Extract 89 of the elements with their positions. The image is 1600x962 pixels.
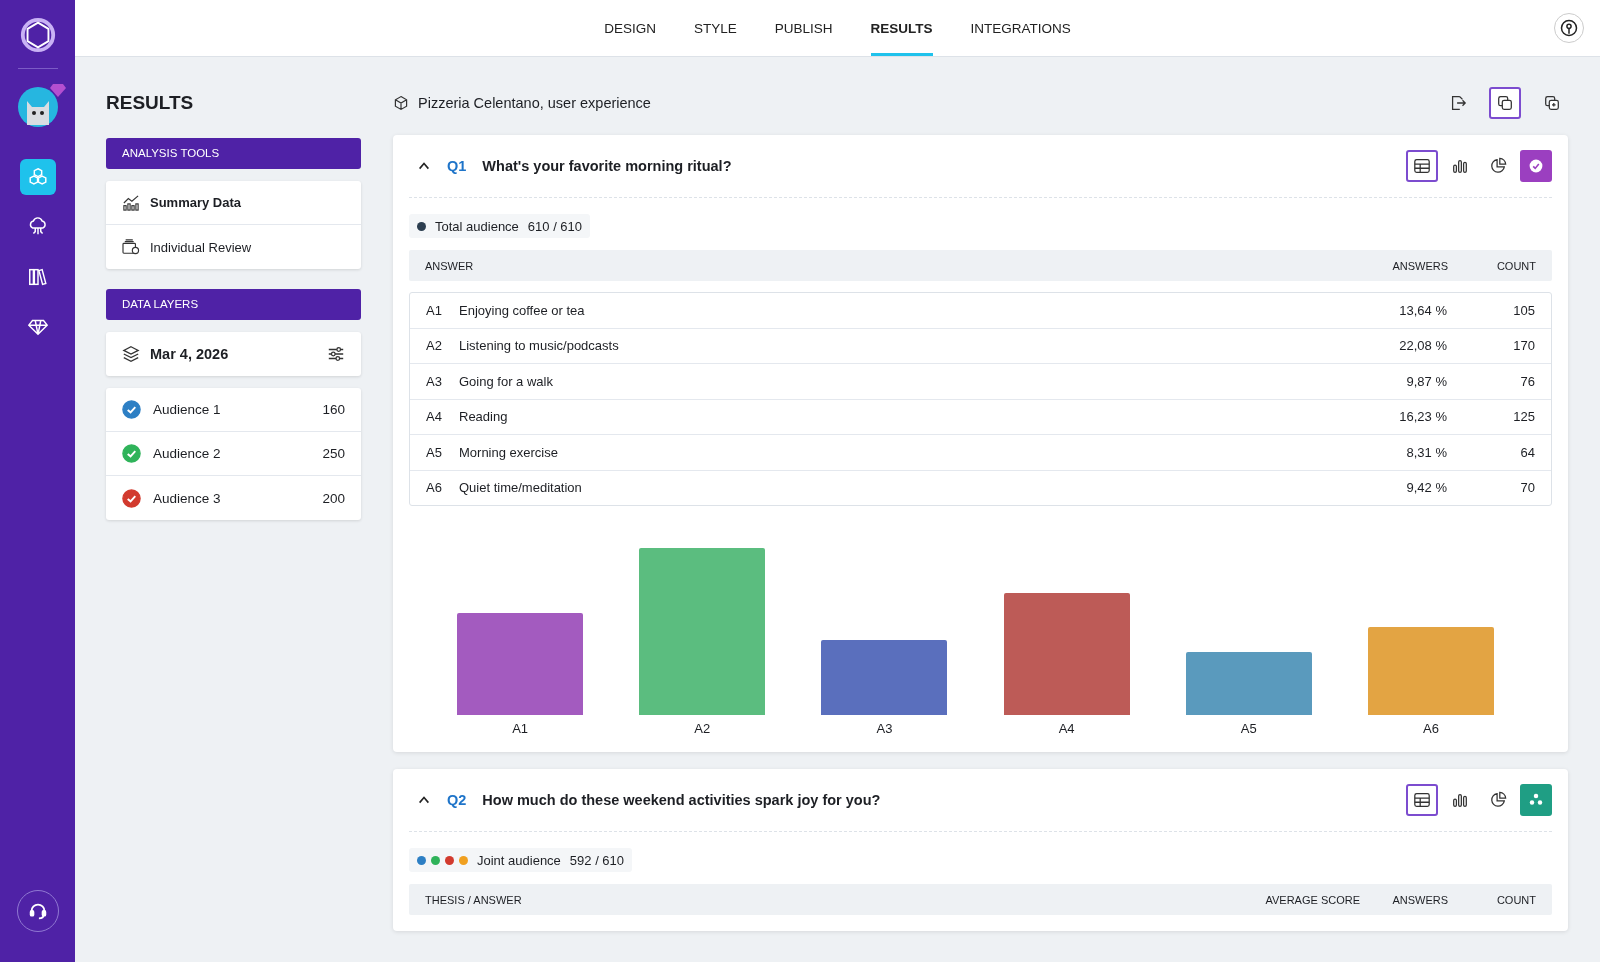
question-title: How much do these weekend activities spark joy for you? xyxy=(482,792,881,808)
page-title: RESULTS xyxy=(106,91,195,115)
bar-label: A1 xyxy=(512,721,529,736)
export-icon xyxy=(1449,94,1467,112)
audience-label: Joint audience xyxy=(477,852,561,868)
bar-label: A2 xyxy=(694,721,711,736)
column-header: ANSWERS xyxy=(1391,893,1448,906)
column-header: THESIS / ANSWER xyxy=(425,893,523,906)
answer-count: 105 xyxy=(1512,302,1535,318)
section-header: ANALYSIS TOOLS xyxy=(106,138,361,169)
answer-code: A3 xyxy=(426,373,443,389)
answer-percent: 16,23 % xyxy=(1398,409,1447,425)
copy-button[interactable] xyxy=(1489,87,1521,119)
answer-percent: 13,64 % xyxy=(1398,302,1447,318)
column-header: ANSWERS xyxy=(1391,259,1448,272)
column-header: COUNT xyxy=(1495,893,1536,906)
column-header: ANSWER xyxy=(425,259,475,272)
audience-checkbox[interactable] xyxy=(122,488,141,508)
answer-code: A5 xyxy=(426,444,443,460)
answer-text: Quiet time/meditation xyxy=(459,480,583,496)
audience-checkbox[interactable] xyxy=(122,400,141,419)
nav-tab[interactable]: PUBLISH xyxy=(774,0,833,56)
audience-count: 160 xyxy=(322,402,345,417)
audience-name: Audience 2 xyxy=(153,446,222,461)
answer-count: 125 xyxy=(1512,409,1535,425)
question-title: What's your favorite morning ritual? xyxy=(482,158,732,174)
answer-code: A6 xyxy=(426,480,443,496)
account-button[interactable] xyxy=(1554,13,1584,43)
answer-code: A1 xyxy=(426,302,443,318)
answer-text: Going for a walk xyxy=(459,373,554,389)
logo-icon[interactable] xyxy=(18,16,57,54)
answer-count: 64 xyxy=(1519,444,1535,460)
cube-icon xyxy=(393,95,409,111)
answer-code: A2 xyxy=(426,338,443,354)
gem-badge-icon xyxy=(49,83,66,97)
audience-count: 250 xyxy=(322,446,345,461)
answer-percent: 22,08 % xyxy=(1398,338,1447,354)
nav-tab[interactable]: STYLE xyxy=(693,0,737,56)
table-icon xyxy=(1413,157,1431,175)
nav-tab[interactable]: DESIGN xyxy=(604,0,656,56)
answer-percent: 9,42 % xyxy=(1405,480,1447,496)
duplicate-icon xyxy=(1543,94,1561,112)
section-header: DATA LAYERS xyxy=(106,289,361,320)
pie-chart-icon xyxy=(1489,791,1507,809)
table-icon xyxy=(1413,791,1431,809)
answer-text: Morning exercise xyxy=(459,444,559,460)
question-number: Q2 xyxy=(447,792,467,808)
cubes-nav-icon[interactable] xyxy=(19,159,56,195)
audience-label: Total audience xyxy=(435,218,519,234)
copy-icon xyxy=(1496,94,1514,112)
audience-name: Audience 3 xyxy=(153,490,222,506)
table-view-button[interactable] xyxy=(1406,150,1438,182)
nav-tab[interactable]: RESULTS xyxy=(870,0,933,56)
answer-text: Enjoying coffee or tea xyxy=(459,302,586,318)
project-title: Pizzeria Celentano, user experience xyxy=(418,95,651,111)
answer-count: 170 xyxy=(1512,338,1535,354)
column-header: AVERAGE SCORE xyxy=(1264,893,1360,906)
bar-chart-icon xyxy=(1451,157,1469,175)
bar-label: A3 xyxy=(876,721,893,736)
wallet-icon xyxy=(122,239,140,255)
answer-count: 70 xyxy=(1519,480,1535,496)
filter-settings-button[interactable] xyxy=(327,345,345,363)
bar-label: A5 xyxy=(1240,721,1257,736)
answer-code: A4 xyxy=(426,409,443,425)
tool-item[interactable]: Summary Data xyxy=(106,181,361,225)
tool-item[interactable]: Individual Review xyxy=(106,225,361,269)
bar-chart-icon xyxy=(1451,791,1469,809)
question-number: Q1 xyxy=(447,158,467,174)
pie-chart-icon xyxy=(1489,157,1507,175)
avatar[interactable] xyxy=(17,87,58,127)
layer-date: Mar 4, 2026 xyxy=(150,346,230,362)
layers-icon xyxy=(122,345,140,363)
nav-tab[interactable]: INTEGRATIONS xyxy=(970,0,1071,56)
table-view-button[interactable] xyxy=(1406,784,1438,816)
audience-count: 200 xyxy=(322,490,345,506)
answer-text: Listening to music/podcasts xyxy=(459,338,620,354)
chart-icon xyxy=(122,194,140,211)
audience-value: 610 / 610 xyxy=(527,218,583,234)
answer-text: Reading xyxy=(459,409,509,425)
bar-label: A6 xyxy=(1423,721,1439,736)
audience-name: Audience 1 xyxy=(153,402,222,417)
audience-checkbox[interactable] xyxy=(122,444,141,463)
account-icon xyxy=(1559,18,1579,38)
column-header: COUNT xyxy=(1495,259,1536,272)
answer-percent: 9,87 % xyxy=(1405,373,1447,389)
answer-percent: 8,31 % xyxy=(1405,444,1447,460)
answer-count: 76 xyxy=(1519,373,1535,389)
audience-value: 592 / 610 xyxy=(569,852,625,868)
bar-label: A4 xyxy=(1058,721,1075,736)
